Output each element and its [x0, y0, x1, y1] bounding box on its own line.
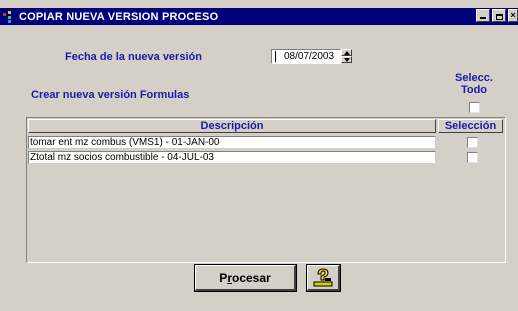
selecc-todo-line1: Selecc. [455, 72, 493, 84]
help-button-face [308, 266, 338, 289]
fecha-value: 08/07/2003 [284, 51, 335, 62]
spinner-up-button[interactable] [341, 49, 352, 56]
spinner-down-button[interactable] [341, 56, 352, 63]
column-header-descripcion[interactable]: Descripción [28, 119, 436, 133]
app-icon [3, 10, 15, 23]
help-query-icon [313, 267, 333, 286]
procesar-label: Pr ocesar [196, 266, 294, 289]
table-row-checkbox[interactable] [467, 152, 478, 163]
maximize-icon [495, 14, 503, 20]
help-button[interactable] [306, 264, 341, 292]
table-row-descripcion[interactable]: Ztotal mz socios combustible - 04-JUL-03 [28, 151, 436, 164]
minimize-button[interactable] [476, 9, 490, 22]
minimize-icon [480, 17, 486, 19]
arrow-up-icon [344, 51, 350, 55]
arrow-down-icon [344, 58, 350, 62]
procesar-label-part: ocesar [231, 270, 271, 285]
fecha-input[interactable]: 08/07/2003 [271, 49, 341, 64]
column-header-seleccion[interactable]: Selección [438, 119, 503, 133]
fecha-label: Fecha de la nueva versión [65, 51, 202, 63]
table-row-descripcion[interactable]: tomar ent mz combus (VMS1) - 01-JAN-00 [28, 136, 436, 149]
window-title: COPIAR NUEVA VERSION PROCESO [19, 10, 219, 23]
selecc-todo-checkbox[interactable] [469, 102, 480, 113]
procesar-button[interactable]: Pr ocesar [194, 264, 297, 292]
procesar-label-part: P [219, 270, 228, 285]
close-icon: × [510, 10, 516, 20]
maximize-button[interactable] [492, 9, 506, 22]
close-button[interactable]: × [508, 9, 518, 22]
text-cursor [275, 51, 276, 62]
selecc-todo-line2: Todo [460, 84, 488, 96]
fecha-spinner[interactable] [341, 49, 352, 64]
title-bar[interactable]: COPIAR NUEVA VERSION PROCESO × [0, 8, 518, 25]
table-row-checkbox[interactable] [467, 137, 478, 148]
crear-version-label: Crear nueva versión Formulas [31, 89, 190, 101]
copiar-nueva-version-window: COPIAR NUEVA VERSION PROCESO × Fecha de … [0, 0, 518, 311]
